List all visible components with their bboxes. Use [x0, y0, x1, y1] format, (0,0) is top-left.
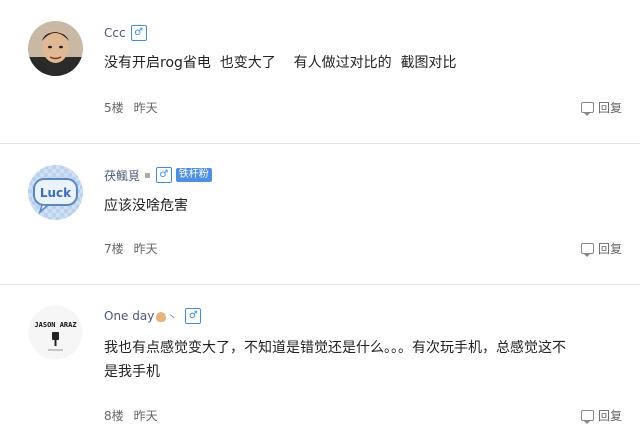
comment-text-line: 是我手机: [104, 364, 160, 380]
comment-text: 没有开启rog省电 也变大了 有人做过对比的 截图对比: [104, 55, 457, 71]
username-suffix: 丶: [167, 312, 178, 324]
floor-number: 8楼: [104, 409, 124, 423]
comment-item: Luck 茯鲺覓 ▪ ♂ 铁杆粉 应该没啥危害 7楼 昨天 回复: [0, 144, 640, 284]
floor-number: 5楼: [104, 101, 124, 115]
comment-item: JASON ARAZ One day 丶 ♂ 我也有点感觉变大了，不知道是错觉还…: [0, 285, 640, 429]
reply-icon: [580, 102, 594, 116]
avatar[interactable]: JASON ARAZ: [28, 305, 83, 360]
username[interactable]: 茯鲺覓: [104, 167, 140, 184]
ok-hand-emoji-icon: [156, 312, 167, 322]
username[interactable]: One day: [104, 309, 154, 323]
comment-text: 应该没啥危害: [104, 198, 188, 214]
avatar[interactable]: Luck: [28, 165, 83, 220]
timestamp: 昨天: [133, 242, 158, 256]
comment-item: Ccc ♂ 没有开启rog省电 也变大了 有人做过对比的 截图对比 5楼 昨天 …: [0, 0, 640, 143]
reply-button[interactable]: 回复: [580, 99, 622, 116]
reply-button[interactable]: 回复: [580, 240, 622, 257]
comment-text: 我也有点感觉变大了，不知道是错觉还是什么。。。有次玩手机，总感觉这不 是我手机: [104, 336, 624, 384]
username[interactable]: Ccc: [104, 26, 126, 40]
comment-meta: 5楼 昨天: [104, 99, 158, 116]
level-icon: ▪: [144, 169, 151, 181]
avatar-text: Luck: [40, 186, 72, 200]
floor-number: 7楼: [104, 242, 124, 256]
male-gender-icon: ♂: [185, 308, 202, 324]
reply-icon: [580, 243, 594, 257]
comment-meta: 7楼 昨天: [104, 240, 158, 257]
male-gender-icon: ♂: [155, 167, 172, 183]
timestamp: 昨天: [133, 101, 158, 115]
reply-label: 回复: [597, 242, 622, 256]
reply-label: 回复: [597, 101, 622, 115]
fan-badge: 铁杆粉: [175, 168, 212, 182]
male-gender-icon: ♂: [130, 25, 147, 41]
comment-header: 茯鲺覓 ▪ ♂ 铁杆粉: [104, 167, 212, 183]
avatar[interactable]: [28, 21, 83, 76]
reply-label: 回复: [597, 409, 622, 423]
comment-text-line: 我也有点感觉变大了，不知道是错觉还是什么。。。有次玩手机，总感觉这不: [104, 340, 566, 356]
reply-icon: [580, 410, 594, 424]
comment-feed: Ccc ♂ 没有开启rog省电 也变大了 有人做过对比的 截图对比 5楼 昨天 …: [0, 0, 640, 429]
avatar-text: JASON ARAZ: [34, 321, 76, 329]
comment-header: One day 丶 ♂: [104, 308, 202, 324]
reply-button[interactable]: 回复: [580, 407, 622, 424]
comment-header: Ccc ♂: [104, 25, 147, 41]
comment-meta: 8楼 昨天: [104, 407, 158, 424]
timestamp: 昨天: [133, 409, 158, 423]
